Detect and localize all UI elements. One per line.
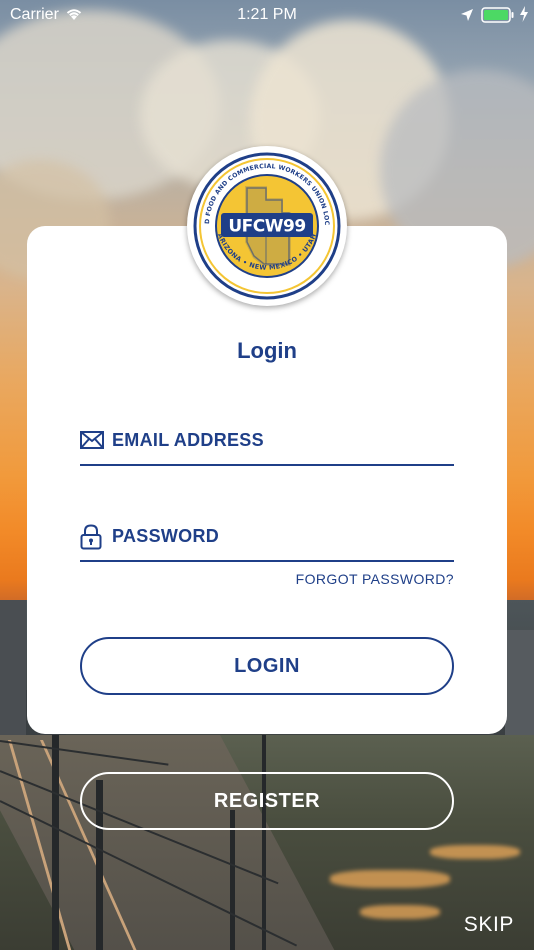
clock: 1:21 PM [237, 6, 297, 23]
ufcw99-logo: UNITED FOOD AND COMMERCIAL WORKERS UNION… [184, 141, 347, 306]
email-field[interactable] [80, 420, 454, 466]
location-icon [460, 8, 474, 26]
login-title: Login [237, 338, 297, 363]
logo-wordmark: UFCW99 [228, 217, 305, 237]
forgot-password-link[interactable]: FORGOT PASSWORD? [296, 571, 454, 587]
status-bar: Carrier 1:21 PM [0, 0, 534, 30]
email-input[interactable] [112, 420, 454, 460]
battery-icon [481, 7, 515, 27]
charge-icon [519, 6, 529, 26]
envelope-icon [80, 431, 104, 454]
password-input[interactable] [112, 516, 454, 556]
password-field[interactable] [80, 516, 454, 562]
skip-button[interactable]: SKIP [464, 913, 514, 937]
login-button[interactable]: LOGIN [80, 637, 454, 695]
padlock-icon [80, 524, 102, 555]
register-button[interactable]: REGISTER [80, 772, 454, 830]
